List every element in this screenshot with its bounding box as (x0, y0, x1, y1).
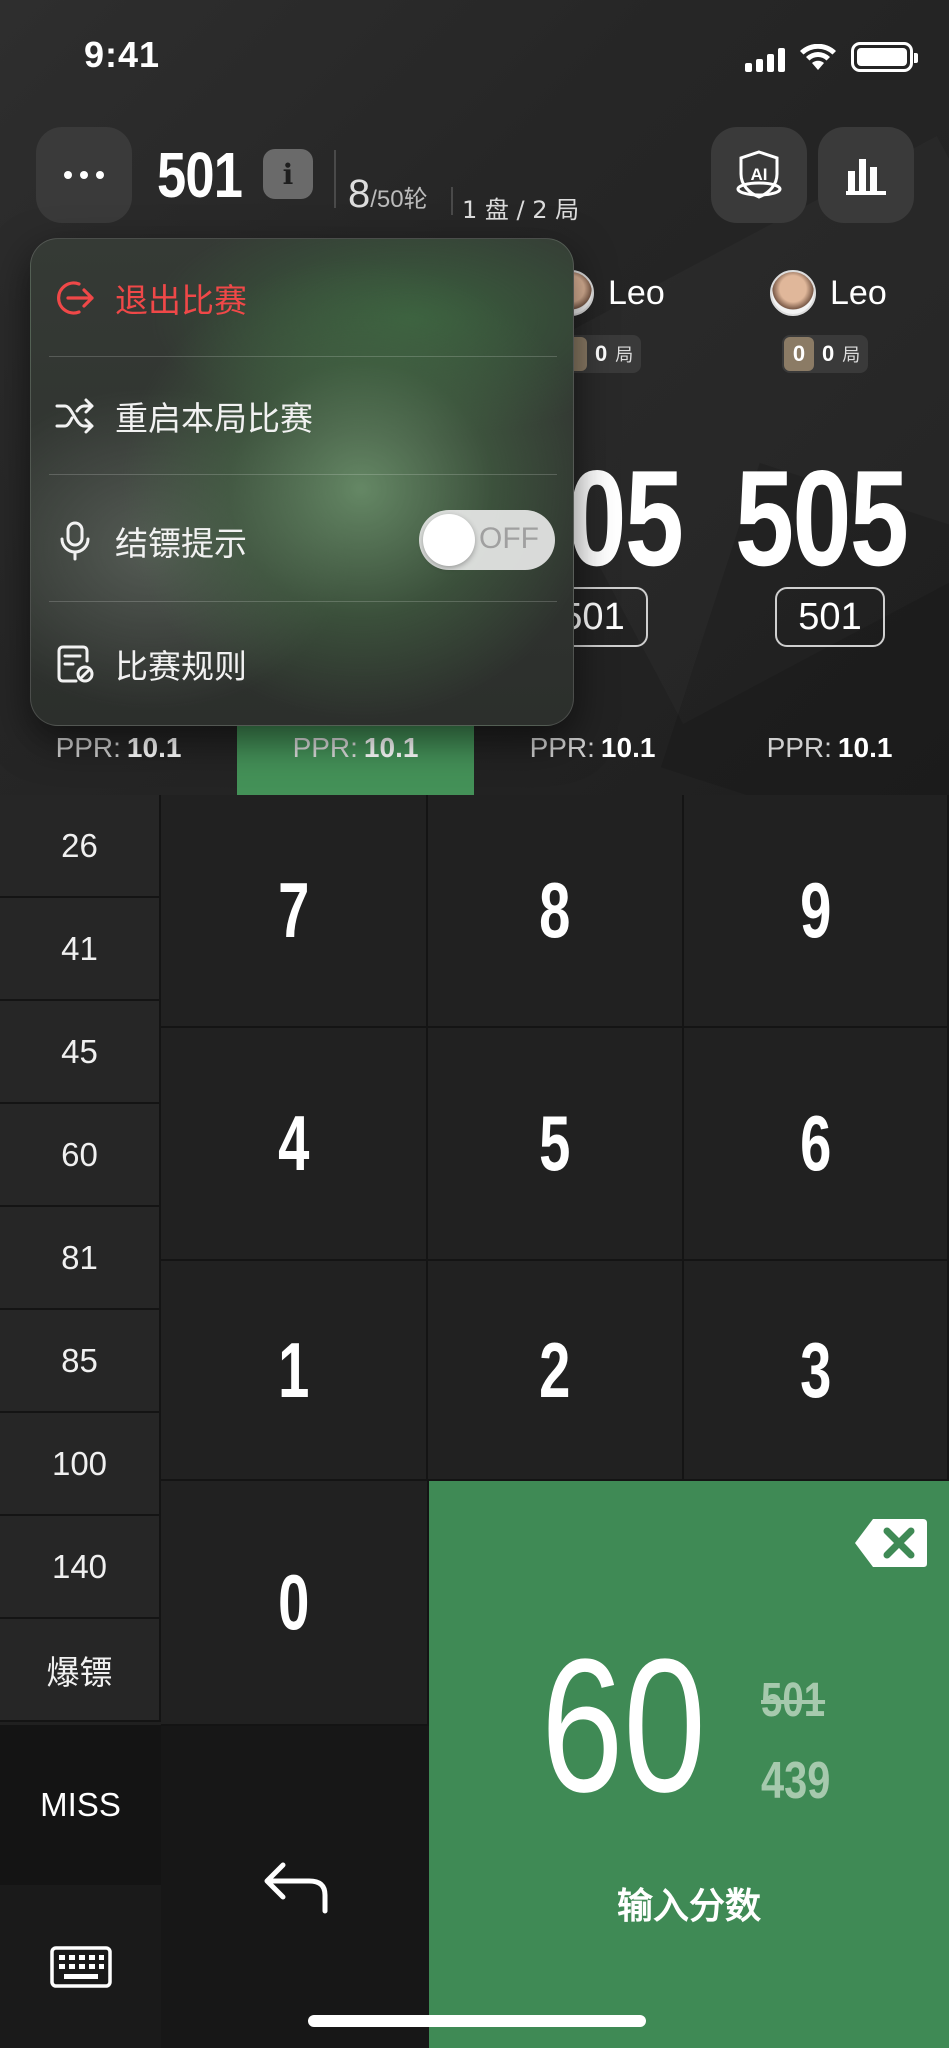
key-8[interactable]: 8 (428, 795, 684, 1028)
menu-item-exit-match[interactable]: 退出比赛 (31, 239, 573, 356)
quick-score-85[interactable]: 85 (0, 1310, 161, 1413)
rules-icon (53, 642, 97, 686)
toggle-state: OFF (479, 522, 539, 555)
quick-score-140[interactable]: 140 (0, 1516, 161, 1619)
info-icon[interactable]: i (263, 149, 313, 199)
exit-icon (53, 276, 97, 320)
more-dots-icon (64, 171, 104, 179)
round-counter: 8 /50轮 (348, 172, 428, 217)
key-5[interactable]: 5 (428, 1028, 684, 1261)
score-entry-panel: 60 501 439 输入分数 (429, 1481, 949, 2048)
new-remaining: 439 (761, 1752, 831, 1810)
key-7[interactable]: 7 (161, 795, 428, 1028)
status-icons (745, 42, 918, 72)
set-leg-info: 1 盘 / 2 局 (462, 196, 580, 224)
quick-score-41[interactable]: 41 (0, 898, 161, 1001)
legs-unit: 局 (842, 345, 861, 366)
player-4-legs: 0 0 局 (782, 335, 869, 373)
undo-arrow-icon (264, 1862, 328, 1914)
menu-item-checkout-hint: 结镖提示 OFF (31, 482, 573, 599)
round-current: 8 (348, 172, 371, 216)
ai-button[interactable]: AI (711, 127, 807, 223)
menu-item-match-rules[interactable]: 比赛规则 (31, 605, 573, 722)
keyboard-icon (49, 1945, 112, 1988)
key-6[interactable]: 6 (684, 1028, 949, 1261)
menu-item-restart-leg[interactable]: 重启本局比赛 (31, 357, 573, 474)
previous-remaining: 501 (761, 1674, 826, 1727)
backspace-icon[interactable] (853, 1517, 929, 1569)
quick-score-45[interactable]: 45 (0, 1001, 161, 1104)
home-indicator (308, 2015, 646, 2027)
shuffle-icon (53, 394, 97, 438)
quick-score-100[interactable]: 100 (0, 1413, 161, 1516)
keyboard-toggle-button[interactable] (0, 1885, 161, 2048)
quick-score-81[interactable]: 81 (0, 1207, 161, 1310)
menu-item-label: 重启本局比赛 (115, 398, 313, 438)
miss-button[interactable]: MISS (0, 1725, 161, 1885)
svg-text:AI: AI (751, 165, 768, 184)
bar-chart-icon (846, 159, 886, 195)
legs-count: 0 (822, 341, 835, 366)
ppr-player-4: PPR: 10.1 (766, 731, 893, 763)
legs-unit: 局 (615, 345, 634, 366)
menu-item-label: 退出比赛 (115, 280, 247, 320)
menu-item-label: 比赛规则 (115, 646, 247, 686)
key-9[interactable]: 9 (684, 795, 949, 1028)
key-3[interactable]: 3 (684, 1261, 949, 1481)
menu-divider (49, 601, 557, 602)
menu-divider (49, 474, 557, 475)
status-time: 9:41 (84, 34, 161, 75)
bust-button[interactable]: 爆镖 (0, 1619, 161, 1722)
enter-score-label[interactable]: 输入分数 (429, 1877, 949, 1929)
entered-score: 60 (541, 1620, 706, 1832)
statistics-button[interactable] (818, 127, 914, 223)
undo-button[interactable] (161, 1726, 429, 2048)
key-1[interactable]: 1 (161, 1261, 428, 1481)
ai-shield-icon: AI (736, 150, 782, 199)
wifi-icon (800, 44, 836, 70)
key-4[interactable]: 4 (161, 1028, 428, 1261)
player-4-score: 505 (735, 442, 909, 594)
header-divider (334, 150, 336, 208)
player-name: Leo (608, 273, 665, 312)
player-name: Leo (830, 273, 887, 312)
player-4-start-score: 501 (775, 587, 885, 647)
toggle-knob (423, 514, 475, 566)
key-2[interactable]: 2 (428, 1261, 684, 1481)
battery-icon (851, 42, 918, 72)
avatar (770, 270, 816, 316)
microphone-icon (53, 519, 97, 563)
legs-count: 0 (595, 341, 608, 366)
round-total: /50轮 (370, 186, 428, 213)
key-0[interactable]: 0 (161, 1481, 429, 1726)
header-divider (451, 187, 453, 215)
quick-score-26[interactable]: 26 (0, 795, 161, 898)
cellular-signal-icon (745, 48, 785, 72)
checkout-hint-toggle[interactable]: OFF (419, 510, 555, 570)
game-title: 501 (157, 139, 243, 211)
quick-score-60[interactable]: 60 (0, 1104, 161, 1207)
options-menu: 退出比赛 重启本局比赛 结镖提示 OFF 比赛规则 (30, 238, 574, 726)
menu-item-label: 结镖提示 (115, 523, 247, 563)
sets-count: 0 (784, 337, 814, 371)
player-4-header: Leo (770, 270, 887, 316)
more-menu-button[interactable] (36, 127, 132, 223)
